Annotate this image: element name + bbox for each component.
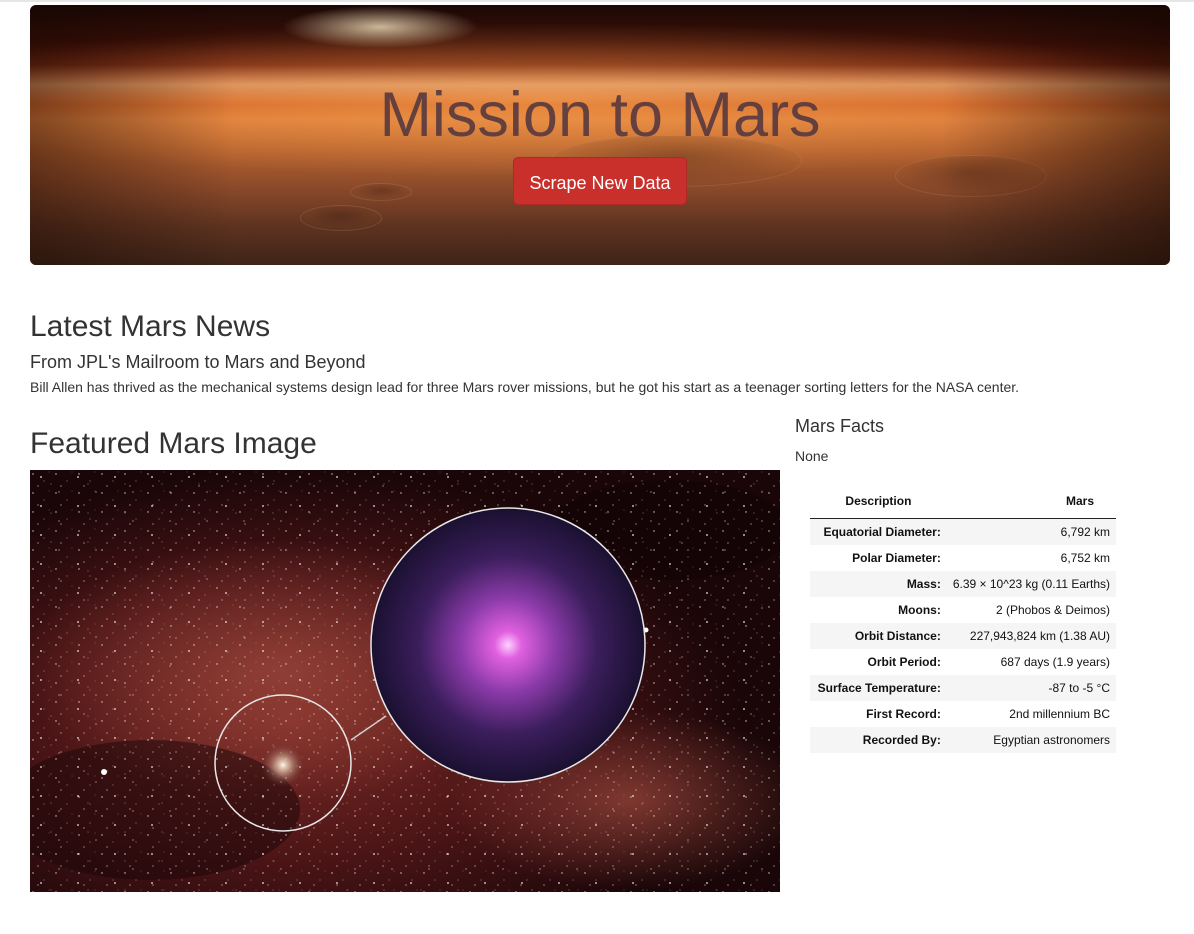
column-header-mars: Mars — [946, 484, 1116, 519]
column-header-description: Description — [810, 484, 947, 519]
fact-label: Equatorial Diameter: — [810, 518, 947, 545]
table-header-row: Description Mars — [810, 484, 1116, 519]
page-title: Mission to Mars — [379, 80, 821, 150]
table-row: Equatorial Diameter: 6,792 km — [810, 518, 1116, 545]
facts-note: None — [795, 448, 829, 464]
featured-mars-image — [30, 470, 780, 892]
fact-value: 227,943,824 km (1.38 AU) — [946, 623, 1116, 649]
fact-label: Surface Temperature: — [810, 675, 947, 701]
fact-label: Recorded By: — [810, 727, 947, 753]
fact-value: 6.39 × 10^23 kg (0.11 Earths) — [946, 571, 1116, 597]
table-row: Moons: 2 (Phobos & Deimos) — [810, 597, 1116, 623]
mars-facts-table: Description Mars Equatorial Diameter: 6,… — [810, 484, 1116, 753]
table-row: Orbit Period: 687 days (1.9 years) — [810, 649, 1116, 675]
featured-image-heading: Featured Mars Image — [30, 427, 317, 460]
fact-value: 2nd millennium BC — [1009, 707, 1110, 721]
fact-value: 6,792 km — [946, 518, 1116, 545]
fact-label: Polar Diameter: — [852, 551, 941, 565]
top-divider — [0, 0, 1194, 2]
fact-label: Orbit Distance: — [810, 623, 947, 649]
news-teaser: Bill Allen has thrived as the mechanical… — [30, 379, 1020, 395]
fact-label: First Record: — [866, 707, 941, 721]
news-headline: From JPL's Mailroom to Mars and Beyond — [30, 352, 366, 372]
fact-value: -87 to -5 °C — [946, 675, 1116, 701]
mars-facts-heading: Mars Facts — [795, 416, 885, 436]
jumbotron-banner: Mission to Mars Scrape New Data — [30, 5, 1170, 265]
fact-label: Orbit Period: — [867, 655, 941, 669]
fact-label: Moons: — [898, 603, 941, 617]
fact-value: Egyptian astronomers — [946, 727, 1116, 753]
table-row: Mass: 6.39 × 10^23 kg (0.11 Earths) — [810, 571, 1116, 597]
fact-value: 6,752 km — [1060, 551, 1110, 565]
fact-value: 2 (Phobos & Deimos) — [995, 603, 1110, 617]
scrape-new-data-button[interactable]: Scrape New Data — [513, 157, 687, 205]
fact-label: Mass: — [810, 571, 947, 597]
table-row: Recorded By: Egyptian astronomers — [810, 727, 1116, 753]
table-row: First Record: 2nd millennium BC — [810, 701, 1116, 727]
table-row: Surface Temperature: -87 to -5 °C — [810, 675, 1116, 701]
table-row: Orbit Distance: 227,943,824 km (1.38 AU) — [810, 623, 1116, 649]
latest-news-heading: Latest Mars News — [30, 310, 271, 343]
fact-value: 687 days (1.9 years) — [1000, 655, 1110, 669]
table-row: Polar Diameter: 6,752 km — [810, 545, 1116, 571]
